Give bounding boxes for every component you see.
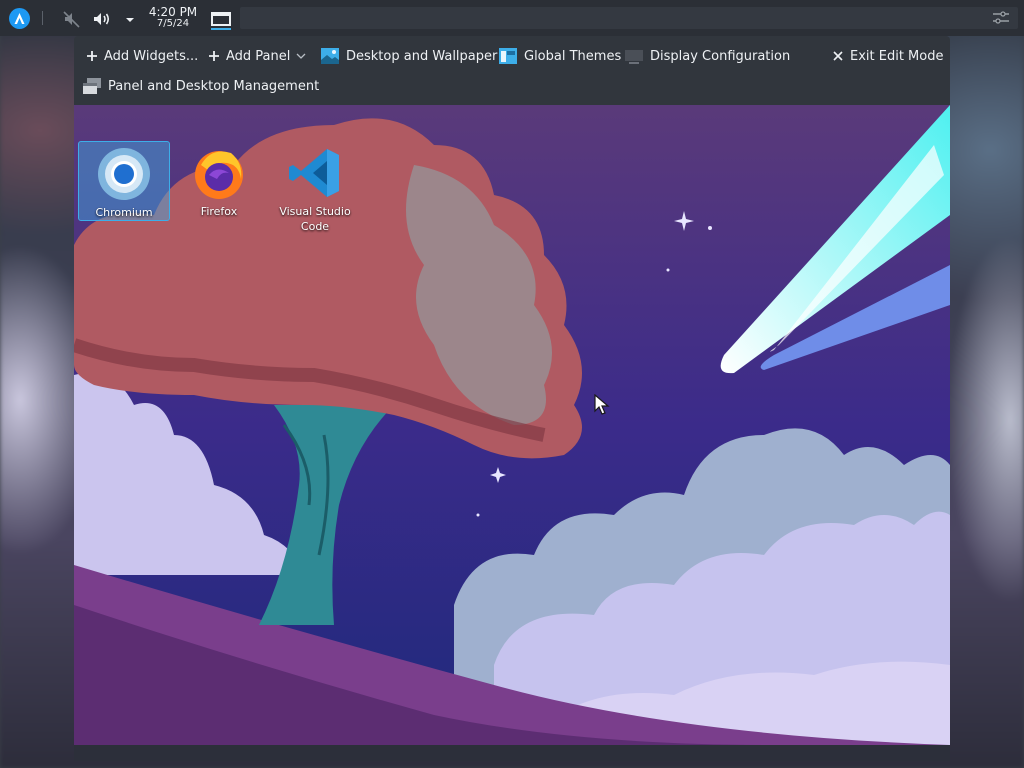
close-icon	[833, 51, 843, 61]
chromium-label: Chromium	[95, 206, 153, 219]
volume-icon[interactable]	[92, 9, 112, 29]
vscode-icon	[289, 149, 339, 197]
add-widgets-button[interactable]: Add Widgets...	[86, 45, 198, 67]
top-panel: 4:20 PM 7/5/24	[0, 0, 1024, 36]
plus-icon	[209, 51, 219, 61]
add-panel-label: Add Panel	[226, 48, 291, 64]
desktop-and-wallpaper-button[interactable]: Desktop and Wallpaper	[320, 45, 497, 67]
panel-edit-area[interactable]	[240, 7, 1018, 29]
panel-and-desktop-management-label: Panel and Desktop Management	[108, 78, 320, 94]
exit-edit-mode-button[interactable]: Exit Edit Mode	[832, 45, 943, 67]
clock-date: 7/5/24	[156, 18, 190, 29]
wallpaper-icon	[321, 48, 339, 64]
firefox-label: Firefox	[200, 205, 238, 218]
edit-mode-toolbar: Add Widgets... Add Panel Desktop and Wal…	[74, 36, 950, 106]
clock-time: 4:20 PM	[148, 5, 198, 19]
mute-icon[interactable]	[62, 9, 82, 29]
clock[interactable]: 4:20 PM 7/5/24	[148, 6, 198, 30]
global-themes-icon	[499, 48, 517, 64]
chevron-down-icon[interactable]	[122, 9, 142, 29]
display-configuration-label: Display Configuration	[650, 48, 791, 64]
panel-management-icon	[83, 78, 101, 94]
firefox-desktop-icon[interactable]: Firefox	[174, 141, 264, 219]
plus-icon	[87, 51, 97, 61]
global-themes-button[interactable]: Global Themes	[498, 45, 621, 67]
chromium-icon	[98, 148, 150, 200]
display-icon	[625, 50, 643, 64]
vscode-label: Visual Studio Code	[279, 205, 351, 233]
panel-separator	[42, 11, 43, 25]
panel-config-icon[interactable]	[992, 10, 1010, 26]
add-panel-button[interactable]: Add Panel	[208, 45, 306, 67]
add-widgets-label: Add Widgets...	[104, 48, 199, 64]
display-configuration-button[interactable]: Display Configuration	[624, 45, 790, 67]
desktop-area[interactable]: Chromium Firefox Visual Studio Code	[74, 105, 950, 745]
firefox-icon	[195, 151, 243, 199]
vscode-desktop-icon[interactable]: Visual Studio Code	[270, 141, 360, 234]
desktop-bottom-strip	[74, 745, 950, 761]
panel-and-desktop-management-button[interactable]: Panel and Desktop Management	[82, 75, 319, 97]
exit-edit-mode-label: Exit Edit Mode	[850, 48, 944, 64]
desktop-and-wallpaper-label: Desktop and Wallpaper	[346, 48, 498, 64]
global-themes-label: Global Themes	[524, 48, 622, 64]
app-launcher-icon[interactable]	[9, 8, 30, 29]
show-desktop-icon[interactable]	[209, 9, 233, 31]
chromium-desktop-icon[interactable]: Chromium	[78, 141, 170, 221]
chevron-down-icon	[296, 53, 306, 59]
mouse-cursor-icon	[594, 394, 610, 415]
